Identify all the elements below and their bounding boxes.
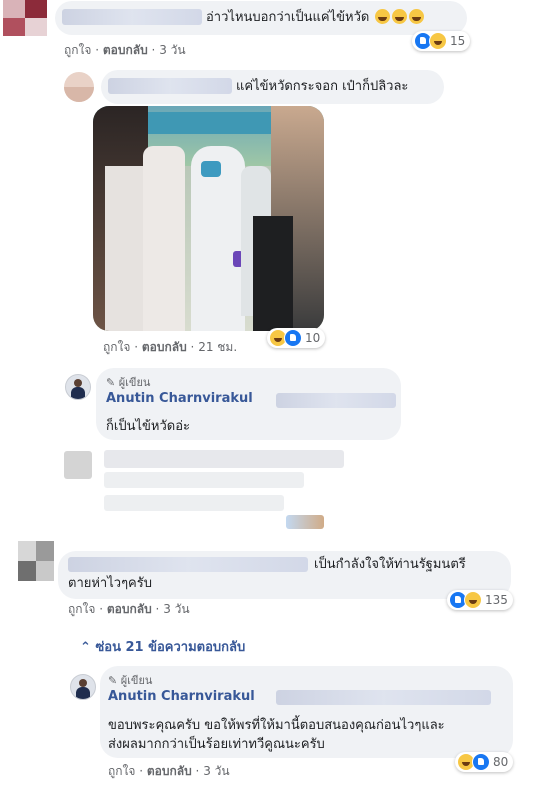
blurred-reply bbox=[286, 515, 324, 529]
chevron-up-icon: ⌃ bbox=[80, 640, 91, 655]
like-link[interactable]: ถูกใจ bbox=[64, 43, 91, 57]
commenter-avatar[interactable] bbox=[18, 541, 54, 581]
author-reply-text: ก็เป็นไข้หวัดอ่ะ bbox=[106, 419, 190, 434]
author-badge: ✎ ผู้เขียน bbox=[108, 671, 152, 689]
comment-actions: ถูกใจ · ตอบกลับ · 3 วัน bbox=[68, 602, 190, 616]
pencil-icon: ✎ bbox=[108, 674, 118, 687]
pencil-icon: ✎ bbox=[106, 376, 116, 389]
hide-replies-link[interactable]: ⌃ ซ่อน 21 ข้อความตอบกลับ bbox=[80, 636, 245, 657]
blurred-reply bbox=[104, 472, 304, 488]
haha-reaction-icon bbox=[464, 591, 482, 609]
reaction-summary[interactable]: 135 bbox=[447, 590, 513, 610]
reply-link[interactable]: ตอบกลับ bbox=[142, 340, 187, 354]
comment-actions: ถูกใจ · ตอบกลับ · 3 วัน bbox=[64, 43, 186, 57]
like-link[interactable]: ถูกใจ bbox=[68, 602, 95, 616]
hide-replies-label: ซ่อน 21 ข้อความตอบกลับ bbox=[95, 640, 246, 655]
timestamp[interactable]: 21 ชม. bbox=[198, 340, 237, 354]
like-link[interactable]: ถูกใจ bbox=[103, 340, 130, 354]
reaction-count: 80 bbox=[493, 755, 509, 769]
comment-text-line2: ตายห่าไวๆครับ bbox=[68, 576, 152, 591]
timestamp[interactable]: 3 วัน bbox=[163, 602, 189, 616]
reply-text: แค่ไข้หวัดกระจอก เป๋าก็ปลิวละ bbox=[236, 79, 409, 94]
author-badge-label: ผู้เขียน bbox=[120, 674, 153, 687]
author-badge-label: ผู้เขียน bbox=[118, 376, 151, 389]
attached-photo[interactable] bbox=[93, 106, 324, 331]
blurred-commenter-name bbox=[68, 557, 308, 572]
author-avatar[interactable] bbox=[70, 674, 96, 700]
rofl-emoji-icon bbox=[409, 9, 425, 24]
comment-text: อ่าวไหนบอกว่าเป็นแค่ไข้หวัด bbox=[206, 9, 425, 26]
reaction-count: 10 bbox=[305, 331, 321, 345]
author-reply-text-line2: ส่งผลมากกว่าเป็นร้อยเท่าทวีคูณนะครับ bbox=[108, 737, 325, 752]
reaction-summary[interactable]: 15 bbox=[412, 31, 471, 51]
author-name[interactable]: Anutin Charnvirakul bbox=[108, 689, 255, 704]
like-reaction-icon bbox=[472, 753, 490, 771]
rofl-emoji-icon bbox=[392, 9, 408, 24]
blurred-commenter-name bbox=[62, 9, 202, 25]
timestamp[interactable]: 3 วัน bbox=[203, 764, 229, 778]
haha-reaction-icon bbox=[429, 32, 447, 50]
author-reply-text-line1: ขอบพระคุณครับ ขอให้พรที่ให้มานี้ตอบสนองค… bbox=[108, 718, 445, 733]
commenter-avatar[interactable] bbox=[3, 0, 47, 36]
comment-text-content: อ่าวไหนบอกว่าเป็นแค่ไข้หวัด bbox=[206, 10, 370, 25]
reaction-summary[interactable]: 10 bbox=[267, 328, 326, 348]
blurred-text bbox=[276, 690, 491, 705]
reply-link[interactable]: ตอบกลับ bbox=[147, 764, 192, 778]
reaction-summary[interactable]: 80 bbox=[455, 752, 514, 772]
author-reply-actions: ถูกใจ · ตอบกลับ · 3 วัน bbox=[108, 764, 230, 778]
blurred-text bbox=[276, 393, 396, 408]
reply-link[interactable]: ตอบกลับ bbox=[107, 602, 152, 616]
commenter-avatar[interactable] bbox=[64, 72, 94, 102]
rofl-emoji-icon bbox=[375, 9, 391, 24]
reply-actions: ถูกใจ · ตอบกลับ · 21 ชม. bbox=[103, 340, 238, 354]
like-reaction-icon bbox=[284, 329, 302, 347]
blurred-reply bbox=[104, 450, 344, 468]
blurred-reply bbox=[104, 495, 284, 511]
timestamp[interactable]: 3 วัน bbox=[159, 43, 185, 57]
reaction-count: 135 bbox=[485, 593, 508, 607]
blurred-avatar bbox=[64, 451, 92, 479]
comment-text-line1: เป็นกำลังใจให้ท่านรัฐมนตรี bbox=[314, 557, 466, 572]
reply-link[interactable]: ตอบกลับ bbox=[103, 43, 148, 57]
author-badge: ✎ ผู้เขียน bbox=[106, 373, 150, 391]
reaction-count: 15 bbox=[450, 34, 466, 48]
blurred-commenter-name bbox=[108, 78, 232, 94]
like-link[interactable]: ถูกใจ bbox=[108, 764, 135, 778]
author-name[interactable]: Anutin Charnvirakul bbox=[106, 391, 253, 406]
author-avatar[interactable] bbox=[65, 374, 91, 400]
